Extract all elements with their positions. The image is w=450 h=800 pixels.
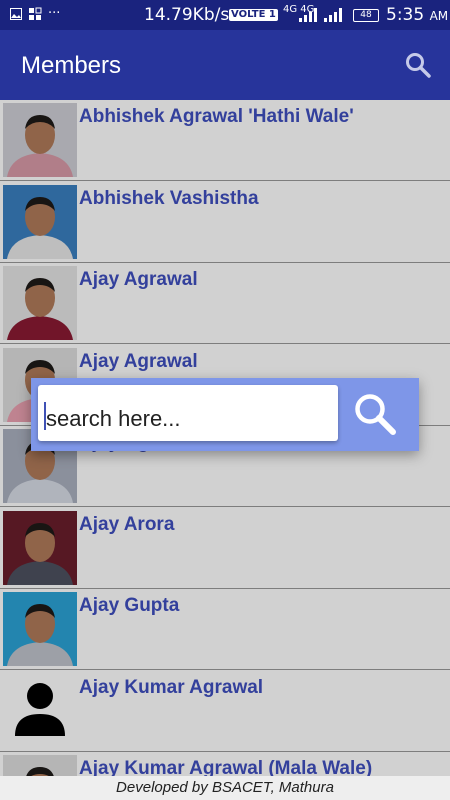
network-speed: 14.79Kb/s	[144, 5, 230, 25]
search-icon[interactable]	[404, 51, 432, 79]
clock-ampm: AM	[429, 9, 449, 23]
page-title: Members	[21, 52, 122, 79]
search-dialog: search here...	[31, 378, 419, 451]
search-placeholder: search here...	[46, 406, 181, 431]
volte-badge: VOLTE 1	[229, 9, 278, 21]
footer: Developed by BSACET, Mathura	[0, 776, 450, 800]
clock: 5:35 AM	[386, 5, 448, 25]
app-bar: Members	[0, 30, 450, 100]
battery-icon: 48	[353, 9, 379, 22]
signal-icon	[324, 8, 342, 22]
clock-time: 5:35	[386, 5, 425, 25]
notification-icons: ···	[10, 6, 60, 21]
footer-credit: Developed by BSACET, Mathura	[116, 779, 334, 796]
status-bar: ··· 14.79Kb/s VOLTE 1 4G 4G 48 5:35 AM	[0, 0, 450, 30]
app-grid-icon	[29, 7, 42, 20]
search-button[interactable]	[351, 390, 399, 438]
more-icon: ···	[48, 6, 61, 21]
signal-icon	[299, 8, 317, 22]
search-input[interactable]: search here...	[38, 385, 338, 441]
image-icon	[10, 7, 22, 20]
